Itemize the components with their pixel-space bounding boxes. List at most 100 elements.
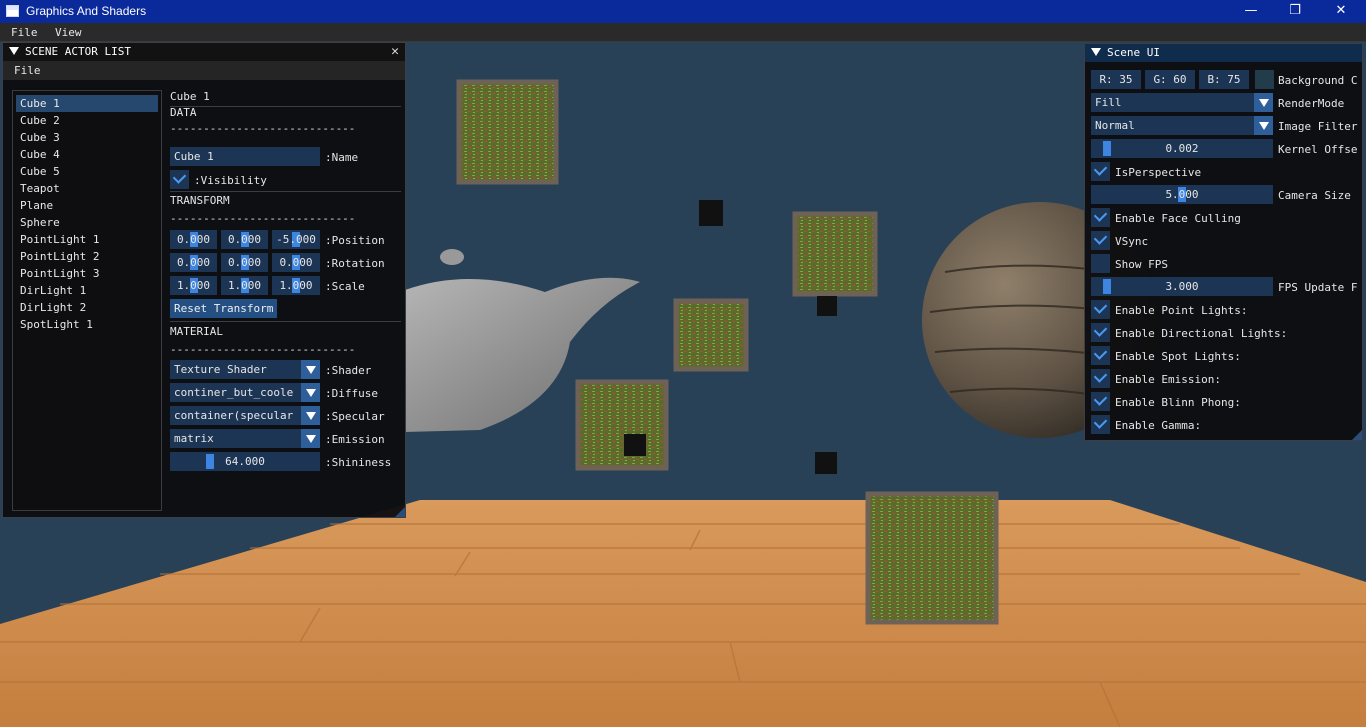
list-item[interactable]: Plane <box>16 197 158 214</box>
collapse-arrow-icon[interactable] <box>1091 48 1101 56</box>
scene-ui-window[interactable]: Scene UI R: 35 G: 60 B: 75 Background C … <box>1084 43 1363 441</box>
slider-grab[interactable] <box>206 454 214 469</box>
checkmark-icon <box>1093 369 1108 383</box>
list-item[interactable]: Cube 3 <box>16 129 158 146</box>
render-mode-combo[interactable]: Fill <box>1091 93 1273 112</box>
app-icon <box>6 5 19 17</box>
list-item[interactable]: PointLight 1 <box>16 231 158 248</box>
vsync-label: VSync <box>1115 235 1149 248</box>
point-lights-checkbox[interactable] <box>1091 300 1110 319</box>
face-culling-checkbox[interactable] <box>1091 208 1110 227</box>
close-button[interactable]: ✕ <box>1318 0 1364 23</box>
image-filter-label: Image Filter <box>1278 120 1358 133</box>
window-titlebar[interactable]: Graphics And Shaders — ❐ ✕ <box>0 0 1366 23</box>
menu-view[interactable]: View <box>55 26 82 39</box>
image-filter-combo[interactable]: Normal <box>1091 116 1273 135</box>
list-item[interactable]: Cube 1 <box>16 95 158 112</box>
blinn-phong-checkbox[interactable] <box>1091 392 1110 411</box>
bg-color-label: Background C <box>1278 74 1358 87</box>
collapse-arrow-icon[interactable] <box>9 47 19 55</box>
slider-grab[interactable] <box>1103 141 1111 156</box>
checkmark-icon <box>1093 231 1108 245</box>
actor-details-panel: Cube 1 DATA ----------------------------… <box>170 90 402 475</box>
position-x-drag[interactable]: 0.000 <box>170 230 217 249</box>
list-item[interactable]: SpotLight 1 <box>16 316 158 333</box>
scale-z-drag[interactable]: 1.000 <box>272 276 320 295</box>
bg-color-swatch[interactable] <box>1255 70 1274 89</box>
vsync-checkbox[interactable] <box>1091 231 1110 250</box>
list-item[interactable]: Cube 4 <box>16 146 158 163</box>
resize-grip[interactable] <box>1352 430 1362 440</box>
specular-combo[interactable]: container(specular <box>170 406 320 425</box>
actor-menu-file[interactable]: File <box>14 64 41 77</box>
gamma-checkbox[interactable] <box>1091 415 1110 434</box>
chevron-down-icon[interactable] <box>301 360 320 379</box>
list-item[interactable]: Cube 5 <box>16 163 158 180</box>
rotation-x-drag[interactable]: 0.000 <box>170 253 217 272</box>
chevron-down-icon[interactable] <box>1254 93 1273 112</box>
list-item[interactable]: Cube 2 <box>16 112 158 129</box>
maximize-button[interactable]: ❐ <box>1272 0 1318 23</box>
kernel-offset-slider[interactable]: 0.002 <box>1091 139 1273 158</box>
bg-green-drag[interactable]: G: 60 <box>1145 70 1195 89</box>
chevron-down-icon[interactable] <box>301 383 320 402</box>
shininess-slider[interactable]: 64.000 <box>170 452 320 471</box>
list-item[interactable]: Teapot <box>16 180 158 197</box>
chevron-down-icon[interactable] <box>301 429 320 448</box>
checkmark-icon <box>1093 415 1108 429</box>
perspective-label: IsPerspective <box>1115 166 1202 179</box>
scene-ui-titlebar[interactable]: Scene UI <box>1085 44 1362 62</box>
slider-grab[interactable] <box>1103 279 1111 294</box>
checkmark-icon <box>1093 208 1108 222</box>
close-icon[interactable]: ✕ <box>391 43 399 60</box>
diffuse-combo[interactable]: continer_but_coole <box>170 383 320 402</box>
chevron-down-icon[interactable] <box>1254 116 1273 135</box>
diffuse-label: :Diffuse <box>325 387 378 400</box>
fps-update-slider[interactable]: 3.000 <box>1091 277 1273 296</box>
divider <box>170 106 401 107</box>
scale-label: :Scale <box>325 280 365 293</box>
list-item[interactable]: PointLight 3 <box>16 265 158 282</box>
emission-combo[interactable]: matrix <box>170 429 320 448</box>
show-fps-checkbox[interactable] <box>1091 254 1110 273</box>
list-item[interactable]: Sphere <box>16 214 158 231</box>
spot-lights-checkbox[interactable] <box>1091 346 1110 365</box>
list-item[interactable]: DirLight 1 <box>16 282 158 299</box>
checkmark-icon <box>1093 392 1108 406</box>
scale-x-drag[interactable]: 1.000 <box>170 276 217 295</box>
scene-ui-title: Scene UI <box>1107 46 1160 59</box>
reset-transform-button[interactable]: Reset Transform <box>170 299 278 318</box>
dir-lights-label: Enable Directional Lights: <box>1115 327 1288 340</box>
specular-label: :Specular <box>325 410 385 423</box>
position-y-drag[interactable]: 0.000 <box>221 230 268 249</box>
material-header: MATERIAL <box>170 325 223 338</box>
scale-y-drag[interactable]: 1.000 <box>221 276 268 295</box>
chevron-down-icon[interactable] <box>301 406 320 425</box>
position-z-drag[interactable]: -5.000 <box>272 230 320 249</box>
emission-label: :Emission <box>325 433 385 446</box>
point-lights-label: Enable Point Lights: <box>1115 304 1248 317</box>
rotation-z-drag[interactable]: 0.000 <box>272 253 320 272</box>
dir-lights-checkbox[interactable] <box>1091 323 1110 342</box>
rotation-y-drag[interactable]: 0.000 <box>221 253 268 272</box>
actor-list[interactable]: Cube 1 Cube 2 Cube 3 Cube 4 Cube 5 Teapo… <box>12 90 162 511</box>
kernel-offset-label: Kernel Offse <box>1278 143 1358 156</box>
shader-combo[interactable]: Texture Shader <box>170 360 320 379</box>
menu-file[interactable]: File <box>11 26 38 39</box>
perspective-checkbox[interactable] <box>1091 162 1110 181</box>
name-input[interactable]: Cube 1 <box>170 147 320 166</box>
actor-window-titlebar[interactable]: SCENE ACTOR LIST ✕ <box>3 43 405 61</box>
visibility-checkbox[interactable] <box>170 170 189 189</box>
camera-size-drag[interactable]: 5.000 <box>1091 185 1273 204</box>
emission-checkbox[interactable] <box>1091 369 1110 388</box>
details-heading: Cube 1 <box>170 90 210 103</box>
list-item[interactable]: DirLight 2 <box>16 299 158 316</box>
scene-actor-list-window[interactable]: SCENE ACTOR LIST ✕ File Cube 1 Cube 2 Cu… <box>2 42 406 518</box>
resize-grip[interactable] <box>395 507 405 517</box>
divider <box>170 191 401 192</box>
list-item[interactable]: PointLight 2 <box>16 248 158 265</box>
bg-red-drag[interactable]: R: 35 <box>1091 70 1141 89</box>
minimize-button[interactable]: — <box>1228 0 1274 23</box>
bg-blue-drag[interactable]: B: 75 <box>1199 70 1249 89</box>
checkmark-icon <box>1093 300 1108 314</box>
